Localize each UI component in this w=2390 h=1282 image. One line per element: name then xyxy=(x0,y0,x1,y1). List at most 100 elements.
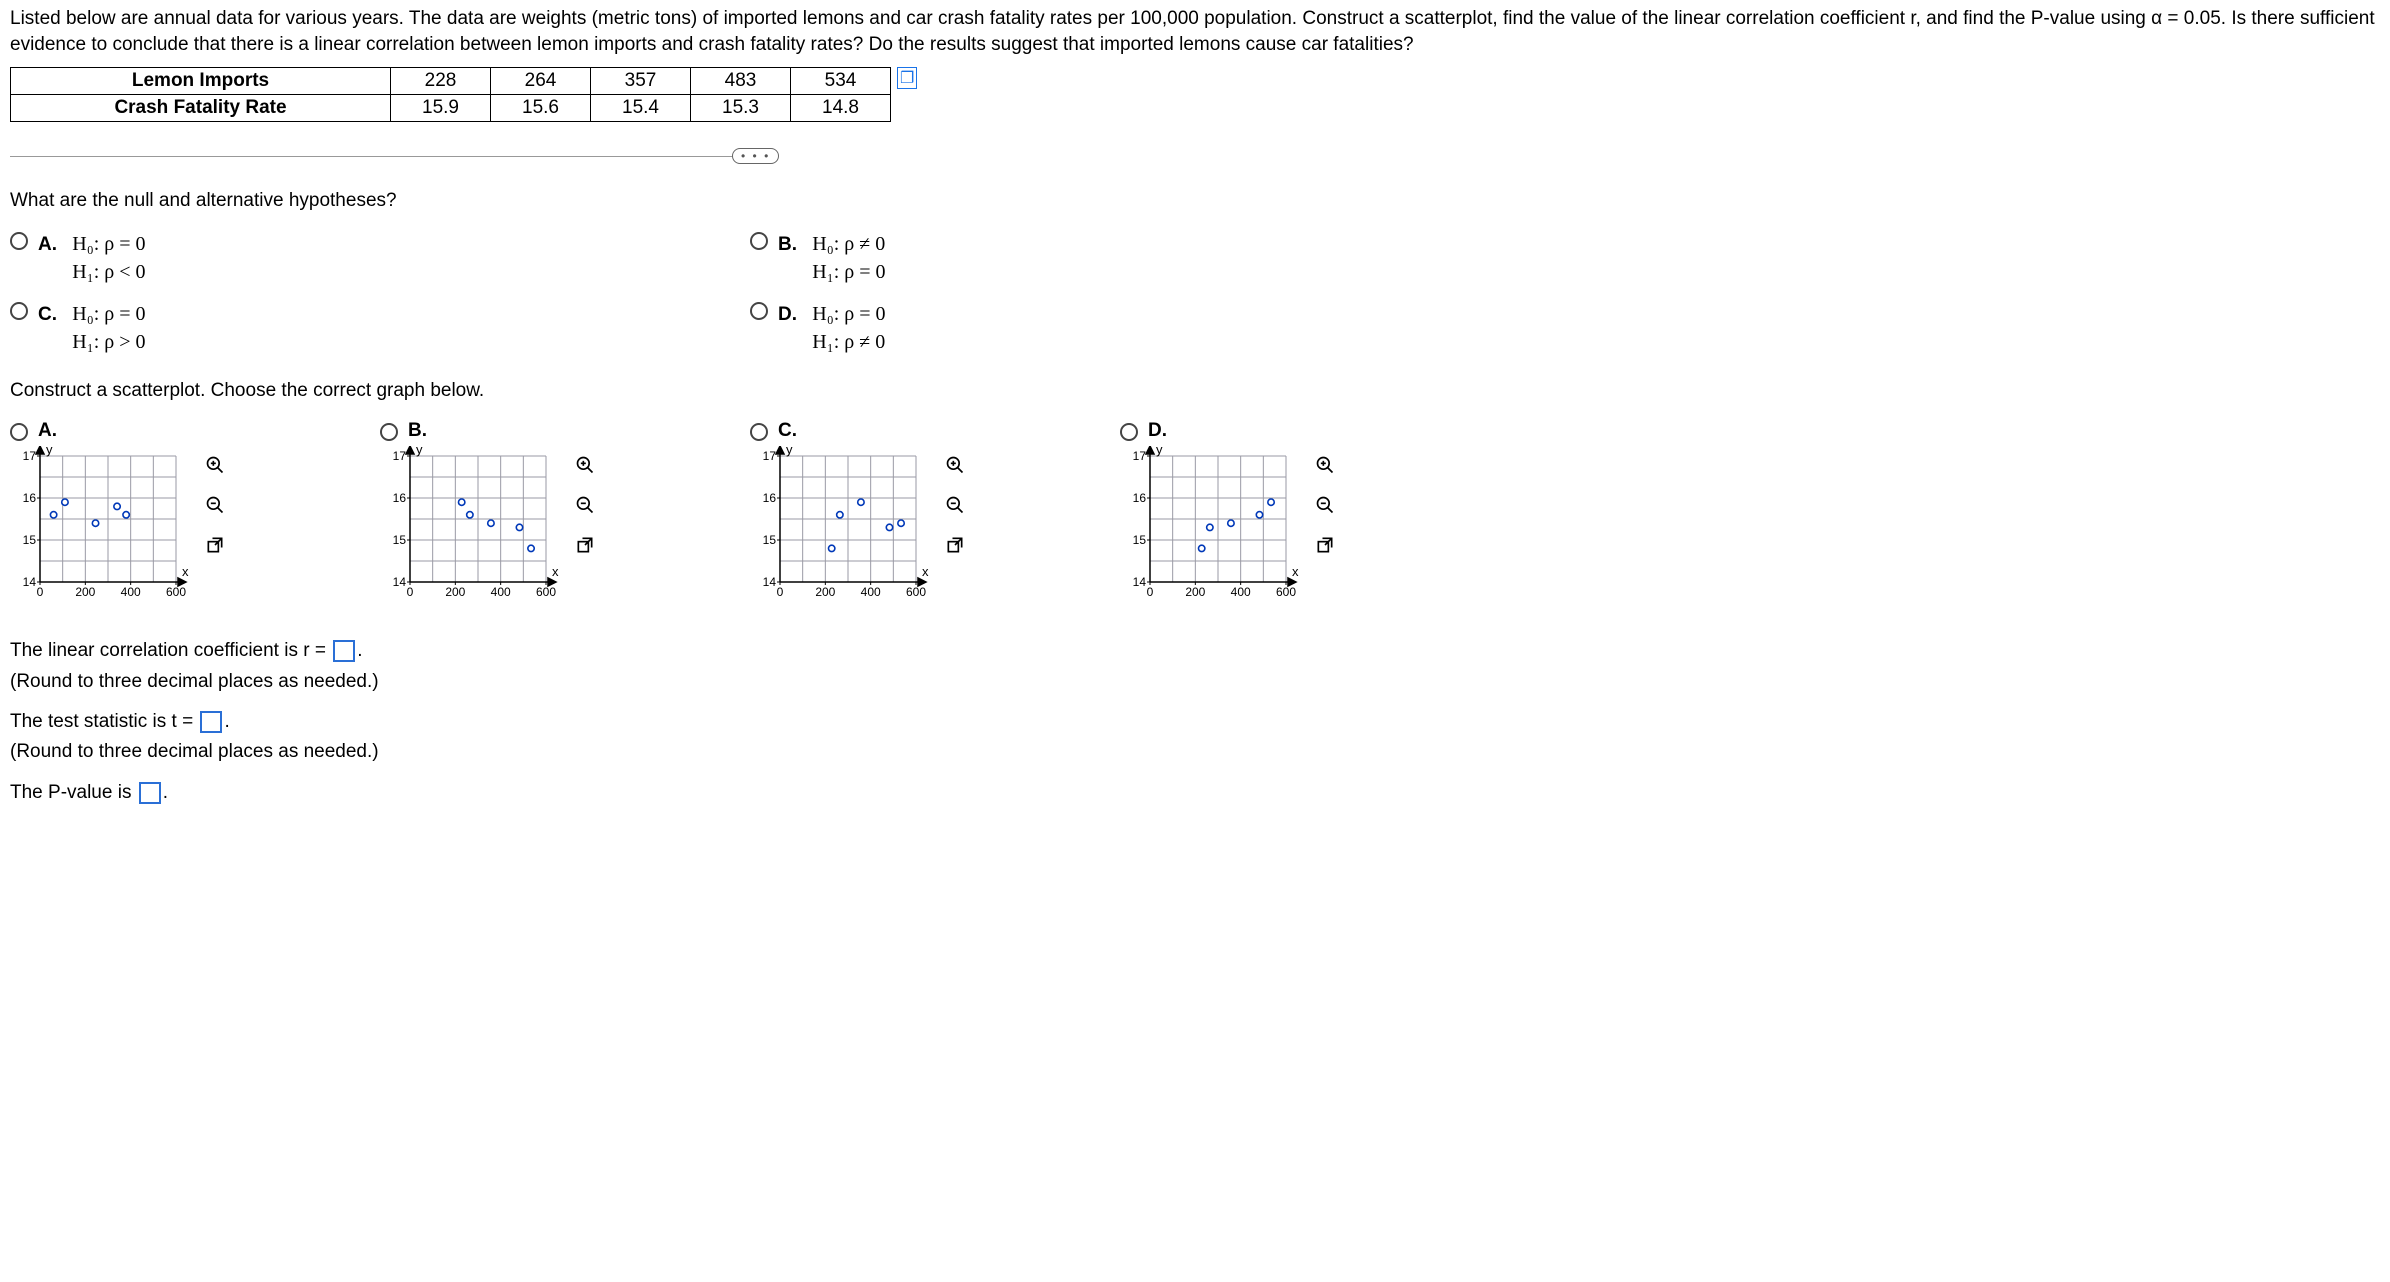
option-label: C. xyxy=(38,304,57,325)
svg-text:x: x xyxy=(552,564,559,579)
svg-text:200: 200 xyxy=(75,585,95,599)
radio-option-a[interactable] xyxy=(10,232,28,250)
svg-text:14: 14 xyxy=(763,575,777,589)
zoom-in-icon[interactable] xyxy=(572,452,598,478)
svg-text:0: 0 xyxy=(37,585,44,599)
radio-graph-d[interactable] xyxy=(1120,423,1138,441)
table-cell: 15.4 xyxy=(591,95,691,122)
scatterplot-d: 141516170200400600xy xyxy=(1120,446,1300,606)
divider xyxy=(771,156,2380,157)
popout-icon[interactable] xyxy=(1312,532,1338,558)
svg-text:600: 600 xyxy=(536,585,556,599)
svg-text:600: 600 xyxy=(166,585,186,599)
svg-text:16: 16 xyxy=(23,491,37,505)
option-d-h0: H₀: ρ = 0 xyxy=(812,303,885,325)
zoom-out-icon[interactable] xyxy=(572,492,598,518)
expand-pill[interactable]: • • • xyxy=(732,148,779,164)
graph-option-label: D. xyxy=(1148,420,1167,442)
p-label-post: . xyxy=(163,782,168,803)
svg-text:17: 17 xyxy=(23,449,37,463)
r-input[interactable] xyxy=(333,640,355,662)
p-input[interactable] xyxy=(139,782,161,804)
svg-text:17: 17 xyxy=(763,449,777,463)
popout-icon[interactable] xyxy=(572,532,598,558)
table-cell: 264 xyxy=(491,68,591,95)
popout-icon[interactable] xyxy=(942,532,968,558)
t-hint: (Round to three decimal places as needed… xyxy=(10,737,2380,767)
svg-text:x: x xyxy=(922,564,929,579)
svg-text:16: 16 xyxy=(1133,491,1147,505)
svg-text:17: 17 xyxy=(393,449,407,463)
radio-option-c[interactable] xyxy=(10,302,28,320)
data-table: Lemon Imports 228 264 357 483 534 Crash … xyxy=(10,67,891,122)
table-cell: 357 xyxy=(591,68,691,95)
table-cell: 14.8 xyxy=(791,95,891,122)
popout-icon[interactable] xyxy=(202,532,228,558)
option-b-h0: H₀: ρ ≠ 0 xyxy=(812,233,885,255)
t-input[interactable] xyxy=(200,711,222,733)
table-cell: 15.6 xyxy=(491,95,591,122)
svg-text:0: 0 xyxy=(1147,585,1154,599)
radio-graph-b[interactable] xyxy=(380,423,398,441)
problem-statement: Listed below are annual data for various… xyxy=(10,6,2380,57)
radio-option-d[interactable] xyxy=(750,302,768,320)
table-row: Lemon Imports 228 264 357 483 534 xyxy=(11,68,891,95)
svg-text:16: 16 xyxy=(763,491,777,505)
svg-text:16: 16 xyxy=(393,491,407,505)
zoom-in-icon[interactable] xyxy=(202,452,228,478)
option-a-h1: H₁: ρ < 0 xyxy=(72,261,145,283)
hypotheses-prompt: What are the null and alternative hypoth… xyxy=(10,190,2380,212)
svg-text:y: y xyxy=(46,446,53,457)
option-c-h1: H₁: ρ > 0 xyxy=(72,331,145,353)
table-cell: 534 xyxy=(791,68,891,95)
option-label: B. xyxy=(778,234,797,255)
radio-option-b[interactable] xyxy=(750,232,768,250)
graph-option-label: A. xyxy=(38,420,57,442)
svg-text:x: x xyxy=(1292,564,1299,579)
table-cell: 15.9 xyxy=(391,95,491,122)
svg-text:y: y xyxy=(786,446,793,457)
svg-text:200: 200 xyxy=(1185,585,1205,599)
svg-text:400: 400 xyxy=(491,585,511,599)
option-a-h0: H₀: ρ = 0 xyxy=(72,233,145,255)
row-label: Crash Fatality Rate xyxy=(11,95,391,122)
svg-text:0: 0 xyxy=(407,585,414,599)
copy-icon[interactable]: ❐ xyxy=(897,67,917,89)
svg-text:x: x xyxy=(182,564,189,579)
option-d-h1: H₁: ρ ≠ 0 xyxy=(812,331,885,353)
svg-text:200: 200 xyxy=(445,585,465,599)
graph-option-label: C. xyxy=(778,420,797,442)
svg-text:17: 17 xyxy=(1133,449,1147,463)
zoom-out-icon[interactable] xyxy=(202,492,228,518)
option-b-h1: H₁: ρ = 0 xyxy=(812,261,885,283)
t-label: The test statistic is t = xyxy=(10,711,193,732)
divider xyxy=(10,156,740,157)
scatterplot-c: 141516170200400600xy xyxy=(750,446,930,606)
radio-graph-c[interactable] xyxy=(750,423,768,441)
zoom-in-icon[interactable] xyxy=(1312,452,1338,478)
row-label: Lemon Imports xyxy=(11,68,391,95)
zoom-out-icon[interactable] xyxy=(1312,492,1338,518)
scatterplot-b: 141516170200400600xy xyxy=(380,446,560,606)
scatterplot-a: 141516170200400600xy xyxy=(10,446,190,606)
t-label-post: . xyxy=(224,711,229,732)
r-hint: (Round to three decimal places as needed… xyxy=(10,667,2380,697)
radio-graph-a[interactable] xyxy=(10,423,28,441)
zoom-out-icon[interactable] xyxy=(942,492,968,518)
svg-text:400: 400 xyxy=(121,585,141,599)
svg-text:14: 14 xyxy=(23,575,37,589)
option-label: A. xyxy=(38,234,57,255)
svg-text:y: y xyxy=(1156,446,1163,457)
p-label: The P-value is xyxy=(10,782,131,803)
zoom-in-icon[interactable] xyxy=(942,452,968,478)
svg-text:400: 400 xyxy=(861,585,881,599)
svg-text:15: 15 xyxy=(393,533,407,547)
svg-text:15: 15 xyxy=(1133,533,1147,547)
option-c-h0: H₀: ρ = 0 xyxy=(72,303,145,325)
svg-text:600: 600 xyxy=(1276,585,1296,599)
svg-text:15: 15 xyxy=(763,533,777,547)
r-label: The linear correlation coefficient is r … xyxy=(10,640,326,661)
svg-text:0: 0 xyxy=(777,585,784,599)
r-label-post: . xyxy=(357,640,362,661)
svg-text:14: 14 xyxy=(1133,575,1147,589)
